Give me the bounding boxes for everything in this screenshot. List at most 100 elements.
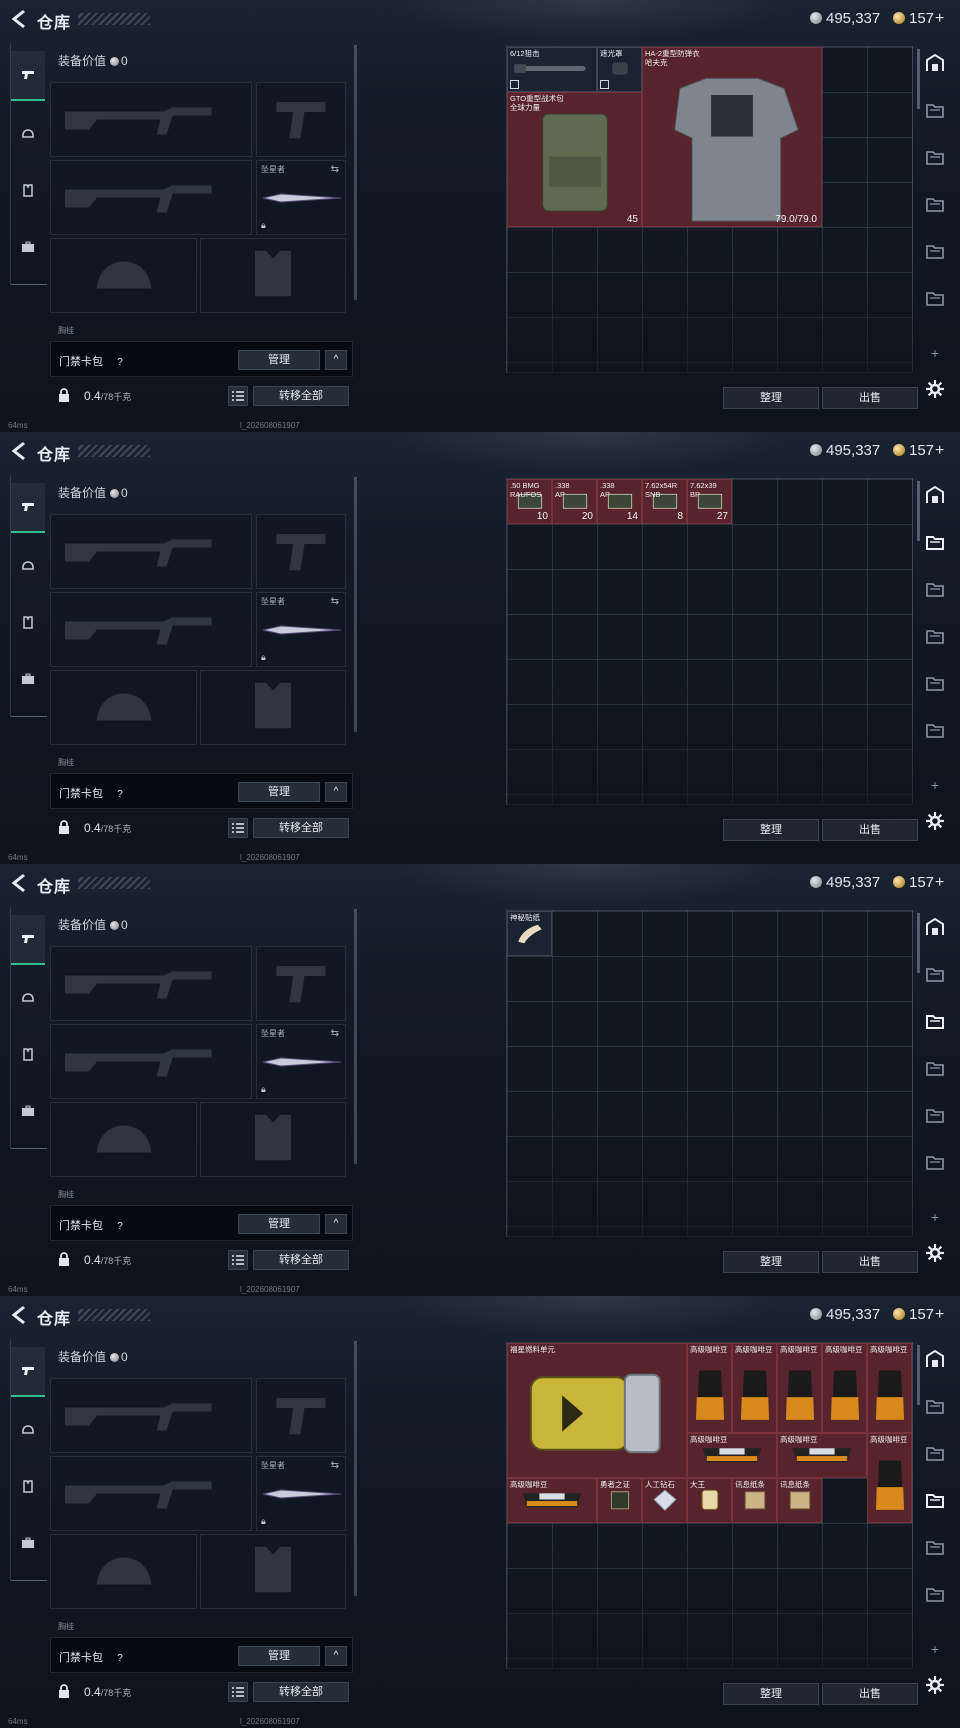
storage-page-tab[interactable] [920,1102,950,1128]
back-button[interactable] [10,1305,28,1325]
pistol-slot[interactable] [256,82,346,157]
tab-briefcase[interactable] [11,1518,45,1568]
inventory-item[interactable]: 讯息纸条 [777,1478,822,1523]
inventory-item[interactable]: 高级咖啡豆 [687,1343,732,1433]
inventory-item[interactable]: GTO重型战术包 全球力量 45 [507,92,642,227]
help-icon[interactable]: ? [113,788,127,802]
sell-button[interactable]: 出售 [822,387,918,409]
help-icon[interactable]: ? [113,356,127,370]
inventory-item[interactable]: 勇者之证 [597,1478,642,1523]
melee-slot[interactable]: 坠星者 ⇆ 🔒︎ [256,1024,346,1099]
add-icon[interactable]: + [931,1641,939,1657]
inventory-item[interactable]: 大王 [687,1478,732,1523]
back-button[interactable] [10,9,28,29]
inventory-item[interactable]: 高级咖啡豆 [867,1433,912,1523]
armor-slot[interactable] [200,238,346,313]
sort-button[interactable]: 整理 [723,1251,819,1273]
storage-page-tab[interactable] [920,1581,950,1607]
inventory-item[interactable]: .338 AP 20 [552,479,597,524]
collapse-button[interactable]: ^ [325,1214,347,1234]
tab-helmet[interactable] [11,972,45,1022]
tab-vest[interactable] [11,165,45,215]
inventory-item[interactable]: 高级咖啡豆 [732,1343,777,1433]
storage-page-main[interactable] [920,914,950,940]
inventory-item[interactable]: 高级咖啡豆 [822,1343,867,1433]
storage-page-tab[interactable] [920,529,950,555]
storage-page-tab[interactable] [920,1440,950,1466]
equipment-scrollbar[interactable] [354,909,357,1164]
back-button[interactable] [10,441,28,461]
transfer-all-button[interactable]: 转移全部 [253,386,349,406]
melee-slot[interactable]: 坠星者 ⇆ 🔒︎ [256,592,346,667]
list-button[interactable] [228,386,248,406]
manage-button[interactable]: 管理 [238,1646,320,1666]
storage-page-tab[interactable] [920,1393,950,1419]
armor-slot[interactable] [200,1102,346,1177]
add-gold-icon[interactable]: + [935,874,944,891]
tab-gun[interactable] [11,915,45,965]
equipment-scrollbar[interactable] [354,1341,357,1596]
storage-page-tab[interactable] [920,1534,950,1560]
primary-weapon-slot[interactable] [50,514,252,589]
help-icon[interactable]: ? [113,1220,127,1234]
settings-button[interactable] [920,376,950,402]
tab-helmet[interactable] [11,108,45,158]
armor-slot[interactable] [200,670,346,745]
inventory-item[interactable]: .50 BMG RAUFOS 10 [507,479,552,524]
inventory-item[interactable]: 人工钻石 [642,1478,687,1523]
swap-icon[interactable]: ⇆ [331,164,339,175]
tab-vest[interactable] [11,1461,45,1511]
swap-icon[interactable]: ⇆ [331,1028,339,1039]
storage-page-main[interactable] [920,482,950,508]
sort-button[interactable]: 整理 [723,819,819,841]
add-icon[interactable]: + [931,1209,939,1225]
settings-button[interactable] [920,808,950,834]
settings-button[interactable] [920,1240,950,1266]
melee-slot[interactable]: 坠星者 ⇆ 🔒︎ [256,160,346,235]
add-icon[interactable]: + [931,777,939,793]
collapse-button[interactable]: ^ [325,350,347,370]
tab-helmet[interactable] [11,540,45,590]
storage-page-tab[interactable] [920,1487,950,1513]
storage-page-tab[interactable] [920,717,950,743]
tab-gun[interactable] [11,483,45,533]
pistol-slot[interactable] [256,946,346,1021]
inventory-item[interactable]: 高级咖啡豆 [867,1343,912,1433]
collapse-button[interactable]: ^ [325,782,347,802]
tab-vest[interactable] [11,1029,45,1079]
storage-page-tab[interactable] [920,191,950,217]
melee-slot[interactable]: 坠星者 ⇆ 🔒︎ [256,1456,346,1531]
gold-currency[interactable]: 157+ [893,10,944,28]
helmet-slot[interactable] [50,670,197,745]
inventory-item[interactable]: .338 AP 14 [597,479,642,524]
manage-button[interactable]: 管理 [238,350,320,370]
inventory-item[interactable]: 福星燃料单元 [507,1343,687,1478]
tab-briefcase[interactable] [11,1086,45,1136]
tab-briefcase[interactable] [11,654,45,704]
storage-page-tab[interactable] [920,238,950,264]
help-icon[interactable]: ? [113,1652,127,1666]
storage-page-tab[interactable] [920,576,950,602]
storage-page-tab[interactable] [920,1149,950,1175]
storage-page-tab[interactable] [920,1008,950,1034]
inventory-item[interactable]: 高级咖啡豆 [777,1343,822,1433]
inventory-item[interactable]: HA-2重型防弹衣 哈夫克 79.0/79.0 [642,47,822,227]
tab-vest[interactable] [11,597,45,647]
equipment-scrollbar[interactable] [354,477,357,732]
sell-button[interactable]: 出售 [822,819,918,841]
primary-weapon-slot[interactable] [50,1378,252,1453]
inventory-item[interactable]: 神秘贴纸 [507,911,552,956]
helmet-slot[interactable] [50,1534,197,1609]
add-gold-icon[interactable]: + [935,10,944,27]
equipment-scrollbar[interactable] [354,45,357,300]
tab-helmet[interactable] [11,1404,45,1454]
storage-page-tab[interactable] [920,97,950,123]
storage-page-main[interactable] [920,1346,950,1372]
gold-currency[interactable]: 157+ [893,874,944,892]
back-button[interactable] [10,873,28,893]
secondary-weapon-slot[interactable] [50,1024,252,1099]
transfer-all-button[interactable]: 转移全部 [253,818,349,838]
storage-page-tab[interactable] [920,1055,950,1081]
add-gold-icon[interactable]: + [935,442,944,459]
primary-weapon-slot[interactable] [50,82,252,157]
